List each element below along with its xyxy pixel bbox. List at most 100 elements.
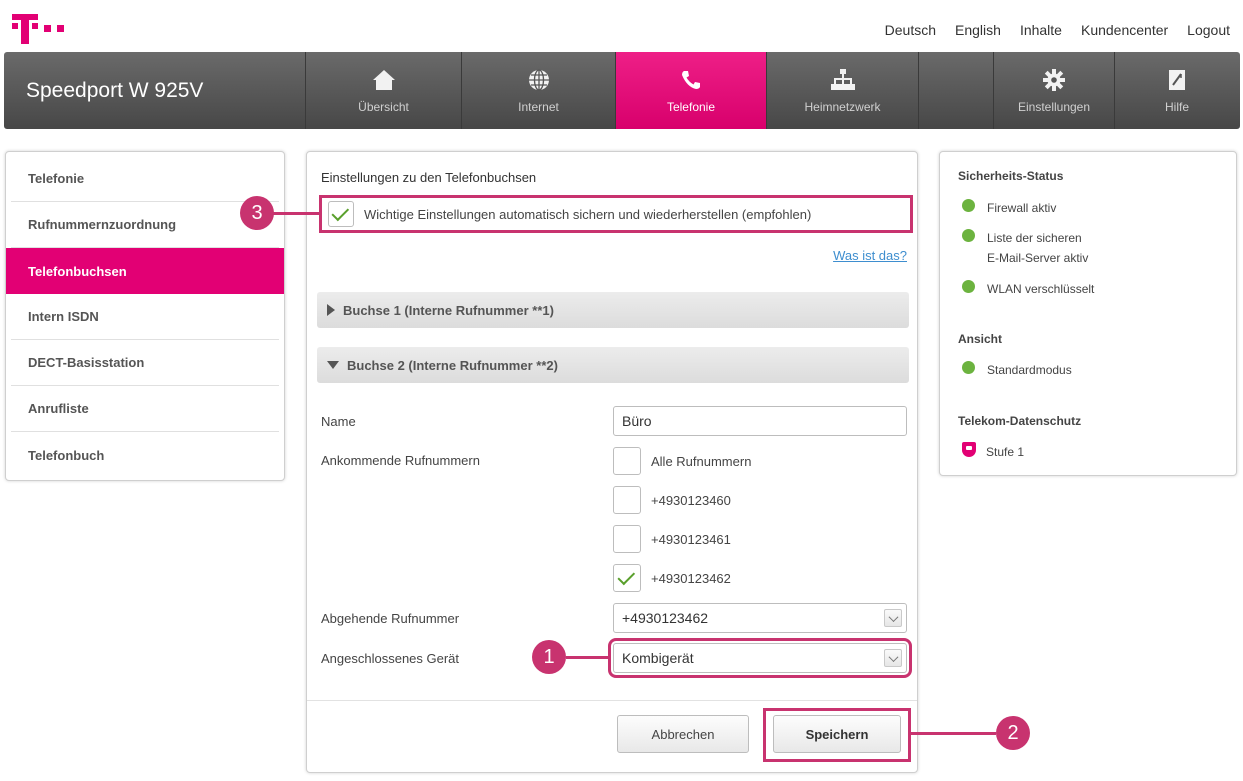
- section-buchse-2[interactable]: Buchse 2 (Interne Rufnummer **2): [317, 347, 909, 383]
- outgoing-label: Abgehende Rufnummer: [321, 611, 460, 626]
- gear-icon: [1043, 68, 1065, 92]
- tab-internet[interactable]: Internet: [462, 52, 616, 129]
- tab-label: Übersicht: [358, 99, 409, 114]
- name-input[interactable]: Büro: [613, 406, 907, 436]
- option-label: +4930123460: [651, 492, 731, 508]
- top-links: Deutsch English Inhalte Kundencenter Log…: [885, 22, 1230, 38]
- link-inhalte[interactable]: Inhalte: [1020, 22, 1062, 38]
- cancel-button[interactable]: Abbrechen: [617, 715, 749, 753]
- tab-label: Hilfe: [1164, 99, 1189, 114]
- tab-heimnetzwerk[interactable]: Heimnetzwerk: [767, 52, 919, 129]
- incoming-label: Ankommende Rufnummern: [321, 453, 480, 468]
- option-label: +4930123462: [651, 570, 731, 586]
- status-firewall: Firewall aktiv: [962, 198, 1056, 218]
- sidebar-item-rufnummernzuordnung[interactable]: Rufnummernzuordnung: [11, 202, 279, 248]
- link-english[interactable]: English: [955, 22, 1001, 38]
- network-icon: [830, 68, 855, 92]
- name-label: Name: [321, 414, 356, 429]
- help-icon: [1168, 68, 1186, 92]
- section-buchse-1[interactable]: Buchse 1 (Interne Rufnummer **1): [317, 292, 909, 328]
- sidebar: Telefonie Rufnummernzuordnung Telefonbuc…: [5, 151, 285, 481]
- incoming-option-all: Alle Rufnummern: [613, 447, 751, 475]
- section-title: Buchse 1 (Interne Rufnummer **1): [343, 302, 554, 318]
- sidebar-item-telefonbuch[interactable]: Telefonbuch: [11, 432, 279, 478]
- callout-3-line: [272, 212, 320, 215]
- t-logo-icon: [12, 14, 38, 44]
- outgoing-select[interactable]: +4930123462: [613, 603, 907, 633]
- incoming-checkbox-2[interactable]: [613, 525, 641, 553]
- main-nav: Speedport W 925V Übersicht Internet Tele…: [4, 52, 1240, 129]
- auto-backup-checkbox[interactable]: [328, 201, 354, 227]
- status-text: WLAN verschlüsselt: [987, 282, 1095, 296]
- view-title: Ansicht: [958, 332, 1003, 346]
- incoming-option-2: +4930123461: [613, 525, 731, 553]
- sidebar-item-anrufliste[interactable]: Anrufliste: [11, 386, 279, 432]
- incoming-option-3: +4930123462: [613, 564, 731, 592]
- select-value: Kombigerät: [622, 650, 694, 666]
- chevron-down-icon: [884, 609, 902, 627]
- tab-label: Internet: [518, 99, 559, 114]
- incoming-checkbox-1[interactable]: [613, 486, 641, 514]
- triangle-right-icon: [327, 304, 335, 316]
- callout-1-line: [566, 656, 610, 659]
- tab-label: Einstellungen: [1017, 99, 1091, 114]
- check-icon: [331, 203, 350, 221]
- triangle-down-icon: [327, 361, 339, 369]
- incoming-checkbox-3[interactable]: [613, 564, 641, 592]
- callout-1: 1: [532, 640, 566, 674]
- status-ok-icon: [962, 280, 975, 293]
- phone-icon: [680, 68, 702, 92]
- shield-icon: [962, 442, 976, 457]
- sidebar-item-telefonie[interactable]: Telefonie: [11, 156, 279, 202]
- status-text: Firewall aktiv: [987, 201, 1057, 215]
- security-title: Sicherheits-Status: [958, 169, 1064, 183]
- status-mailserver: Liste der sicheren E-Mail-Server aktiv: [962, 228, 1088, 268]
- callout-2-line: [910, 732, 996, 735]
- sidebar-item-telefonbuchsen[interactable]: Telefonbuchsen: [6, 248, 284, 294]
- status-text: Stufe 1: [986, 445, 1025, 459]
- auto-backup-label: Wichtige Einstellungen automatisch siche…: [364, 206, 812, 222]
- telekom-logo[interactable]: [12, 14, 64, 44]
- privacy-level[interactable]: Stufe 1: [962, 442, 1024, 462]
- incoming-option-1: +4930123460: [613, 486, 731, 514]
- option-label: Alle Rufnummern: [651, 453, 752, 469]
- section-title: Buchse 2 (Interne Rufnummer **2): [347, 357, 558, 373]
- save-button[interactable]: Speichern: [773, 715, 901, 753]
- link-logout[interactable]: Logout: [1187, 22, 1230, 38]
- status-text: Liste der sicheren: [987, 231, 1082, 245]
- status-wlan: WLAN verschlüsselt: [962, 279, 1094, 299]
- status-text: E-Mail-Server aktiv: [987, 251, 1089, 265]
- tab-einstellungen[interactable]: Einstellungen: [994, 52, 1115, 129]
- incoming-checkbox-all[interactable]: [613, 447, 641, 475]
- tab-telefonie[interactable]: Telefonie: [616, 52, 767, 129]
- tab-label: Telefonie: [666, 99, 716, 114]
- status-text: Standardmodus: [987, 363, 1072, 377]
- callout-3: 3: [240, 196, 274, 230]
- auto-backup-row: Wichtige Einstellungen automatisch siche…: [319, 195, 913, 233]
- tab-label: Heimnetzwerk: [804, 99, 881, 114]
- main-panel: Einstellungen zu den Telefonbuchsen Wich…: [306, 151, 918, 773]
- view-mode[interactable]: Standardmodus: [962, 360, 1072, 380]
- status-panel: Sicherheits-Status Firewall aktiv Liste …: [939, 151, 1237, 476]
- tab-hilfe[interactable]: Hilfe: [1115, 52, 1239, 129]
- link-deutsch[interactable]: Deutsch: [885, 22, 936, 38]
- globe-icon: [528, 68, 550, 92]
- device-select[interactable]: Kombigerät: [608, 638, 912, 678]
- device-label: Angeschlossenes Gerät: [321, 651, 460, 666]
- sidebar-item-dect-basisstation[interactable]: DECT-Basisstation: [11, 340, 279, 386]
- status-ok-icon: [962, 361, 975, 374]
- select-value: +4930123462: [622, 610, 709, 626]
- status-ok-icon: [962, 199, 975, 212]
- callout-2: 2: [996, 716, 1030, 750]
- help-link[interactable]: Was ist das?: [833, 248, 907, 263]
- tab-uebersicht[interactable]: Übersicht: [306, 52, 462, 129]
- page-title: Einstellungen zu den Telefonbuchsen: [321, 170, 537, 185]
- option-label: +4930123461: [651, 531, 731, 547]
- sidebar-item-intern-isdn[interactable]: Intern ISDN: [11, 294, 279, 340]
- brand-title: Speedport W 925V: [4, 52, 306, 129]
- status-ok-icon: [962, 229, 975, 242]
- check-icon: [617, 567, 636, 585]
- divider: [307, 700, 917, 701]
- chevron-down-icon: [884, 649, 902, 667]
- link-kundencenter[interactable]: Kundencenter: [1081, 22, 1168, 38]
